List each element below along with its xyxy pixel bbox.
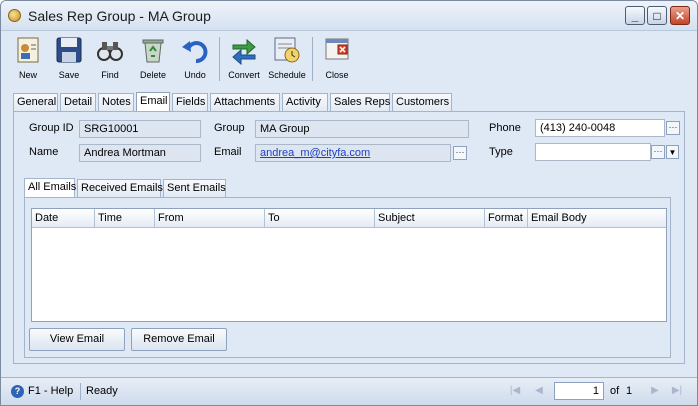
title-bar: Sales Rep Group - MA Group _ □ ✕ bbox=[1, 1, 697, 31]
phone-field[interactable]: (413) 240-0048 bbox=[535, 119, 665, 137]
maximize-button[interactable]: □ bbox=[647, 6, 667, 25]
next-page-icon[interactable]: ▶ bbox=[649, 385, 661, 398]
floppy-disk-icon bbox=[56, 37, 82, 63]
close-label: Close bbox=[325, 70, 349, 80]
app-logo-icon bbox=[8, 9, 21, 22]
find-button[interactable]: Find bbox=[89, 33, 131, 85]
tab-fields[interactable]: Fields bbox=[172, 93, 208, 111]
remove-email-button[interactable]: Remove Email bbox=[131, 328, 227, 351]
undo-arrow-icon bbox=[182, 41, 208, 63]
group-id-label: Group ID bbox=[29, 122, 74, 134]
page-number-input[interactable]: 1 bbox=[554, 382, 604, 400]
window-title: Sales Rep Group - MA Group bbox=[28, 8, 211, 24]
type-field[interactable] bbox=[535, 143, 651, 161]
column-subject[interactable]: Subject bbox=[375, 209, 485, 227]
phone-lookup-button[interactable]: ··· bbox=[666, 121, 680, 135]
tab-notes[interactable]: Notes bbox=[98, 93, 134, 111]
tab-attachments[interactable]: Attachments bbox=[210, 93, 280, 111]
schedule-label: Schedule bbox=[268, 70, 306, 80]
status-text: Ready bbox=[86, 385, 118, 397]
column-to[interactable]: To bbox=[265, 209, 375, 227]
column-from[interactable]: From bbox=[155, 209, 265, 227]
toolbar: New Save Find Delete Undo Convert Schedu… bbox=[7, 33, 357, 85]
tab-sent-emails[interactable]: Sent Emails bbox=[163, 179, 226, 197]
email-label: Email bbox=[214, 146, 242, 158]
column-format[interactable]: Format bbox=[485, 209, 528, 227]
app-window: Sales Rep Group - MA Group _ □ ✕ New Sav… bbox=[0, 0, 698, 406]
group-field[interactable]: MA Group bbox=[255, 120, 469, 138]
tab-email[interactable]: Email bbox=[136, 92, 170, 111]
first-page-icon[interactable]: |◀ bbox=[509, 385, 521, 398]
group-label: Group bbox=[214, 122, 245, 134]
help-text[interactable]: F1 - Help bbox=[28, 385, 73, 397]
new-record-icon bbox=[17, 37, 39, 63]
email-tab-panel: Group ID SRG10001 Name Andrea Mortman Gr… bbox=[13, 111, 685, 364]
name-label: Name bbox=[29, 146, 59, 158]
tab-received-emails[interactable]: Received Emails bbox=[77, 179, 163, 197]
close-door-icon bbox=[325, 38, 349, 60]
convert-arrows-icon bbox=[232, 38, 256, 65]
total-pages: 1 bbox=[626, 385, 633, 397]
column-email-body[interactable]: Email Body bbox=[528, 209, 666, 227]
name-field[interactable]: Andrea Mortman bbox=[79, 144, 201, 162]
schedule-button[interactable]: Schedule bbox=[266, 33, 308, 85]
all-emails-panel: Date Time From To Subject Format Email B… bbox=[24, 197, 671, 358]
convert-button[interactable]: Convert bbox=[223, 33, 265, 85]
binoculars-icon bbox=[97, 42, 123, 61]
type-dropdown-button[interactable]: ▼ bbox=[666, 145, 679, 159]
close-window-button[interactable]: ✕ bbox=[670, 6, 690, 25]
type-label: Type bbox=[489, 146, 513, 158]
email-lookup-button[interactable]: ··· bbox=[453, 146, 467, 160]
schedule-clock-icon bbox=[274, 37, 300, 63]
tab-customers[interactable]: Customers bbox=[392, 93, 452, 111]
emails-grid[interactable]: Date Time From To Subject Format Email B… bbox=[31, 208, 667, 322]
status-separator bbox=[80, 383, 81, 400]
recycle-bin-icon bbox=[142, 39, 164, 63]
help-icon[interactable]: ? bbox=[11, 385, 24, 398]
minimize-button[interactable]: _ bbox=[625, 6, 645, 25]
type-lookup-button[interactable]: ··· bbox=[651, 145, 665, 159]
close-button[interactable]: Close bbox=[316, 33, 358, 85]
undo-label: Undo bbox=[184, 70, 206, 80]
undo-button[interactable]: Undo bbox=[174, 33, 216, 85]
email-link[interactable]: andrea_m@cityfa.com bbox=[255, 144, 451, 162]
column-date[interactable]: Date bbox=[32, 209, 95, 227]
view-email-button[interactable]: View Email bbox=[29, 328, 125, 351]
of-label: of bbox=[610, 385, 620, 397]
grid-header: Date Time From To Subject Format Email B… bbox=[32, 209, 666, 228]
column-time[interactable]: Time bbox=[95, 209, 155, 227]
phone-label: Phone bbox=[489, 122, 521, 134]
previous-page-icon[interactable]: ◀ bbox=[533, 385, 545, 398]
tab-all-emails[interactable]: All Emails bbox=[24, 178, 76, 197]
tab-activity[interactable]: Activity bbox=[282, 93, 328, 111]
group-id-field[interactable]: SRG10001 bbox=[79, 120, 201, 138]
last-page-icon[interactable]: ▶| bbox=[671, 385, 683, 398]
tab-sales-reps[interactable]: Sales Reps bbox=[330, 93, 390, 111]
status-bar: ? F1 - Help Ready |◀ ◀ 1 of 1 ▶ ▶| bbox=[1, 377, 697, 405]
tab-detail[interactable]: Detail bbox=[60, 93, 96, 111]
tab-general[interactable]: General bbox=[13, 93, 58, 111]
chevron-down-icon: ▼ bbox=[668, 148, 677, 157]
